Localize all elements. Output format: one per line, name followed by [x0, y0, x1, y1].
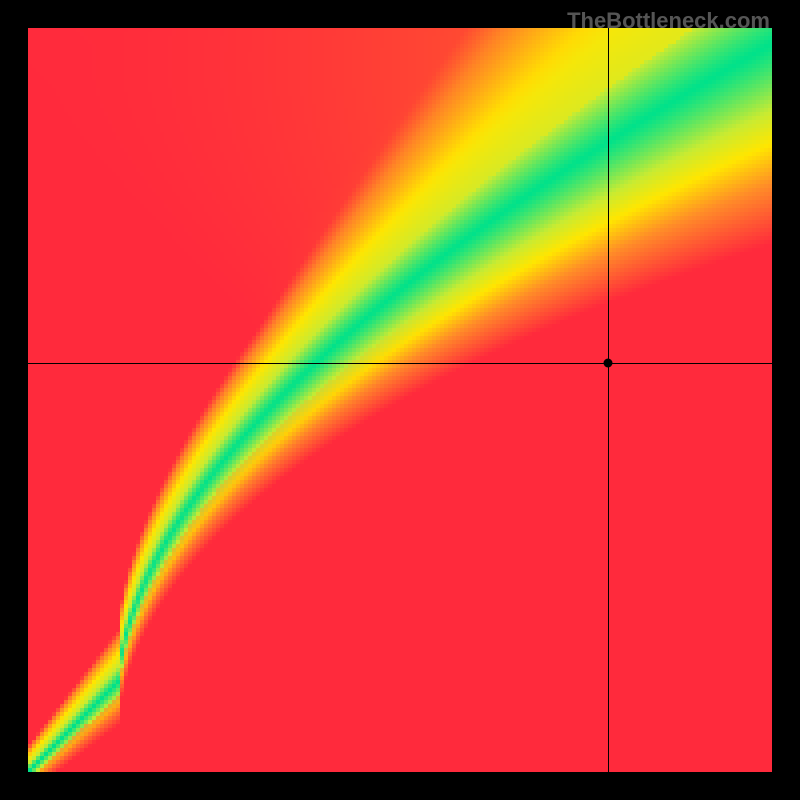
watermark-label: TheBottleneck.com — [567, 8, 770, 34]
chart-container: TheBottleneck.com — [0, 0, 800, 800]
crosshair-horizontal — [28, 363, 772, 364]
heatmap-plot-area[interactable] — [28, 28, 772, 772]
marker-point-icon[interactable] — [604, 358, 613, 367]
crosshair-vertical — [608, 28, 609, 772]
heatmap-canvas — [28, 28, 772, 772]
